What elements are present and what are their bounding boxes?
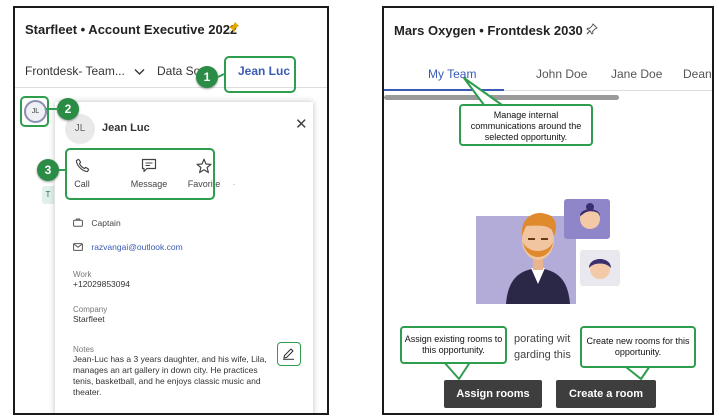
tooltip-assign-rooms: Assign existing rooms to this opportunit… (400, 326, 507, 364)
callout-connectors (46, 73, 225, 171)
tooltip-my-team: Manage internal communications around th… (459, 104, 593, 146)
create-room-button[interactable]: Create a room (556, 380, 656, 408)
team-illustration (476, 199, 620, 304)
tooltip-create-text: Create new rooms for this opportunity. (586, 336, 690, 357)
right-screenshot-panel: Mars Oxygen • Frontdesk 2030 My Team Joh… (382, 6, 714, 415)
empty-state-text-line-2: garding this (514, 349, 571, 361)
empty-state-text-line-1: porating wit (514, 333, 571, 345)
left-screenshot-panel: Starfleet • Account Executive 2022 Front… (13, 6, 329, 415)
tooltip-create-room: Create new rooms for this opportunity. (580, 326, 696, 368)
tooltip-assign-text: Assign existing rooms to this opportunit… (404, 334, 503, 355)
assign-rooms-button[interactable]: Assign rooms (444, 380, 542, 408)
tooltip-my-team-text: Manage internal communications around th… (470, 109, 582, 142)
